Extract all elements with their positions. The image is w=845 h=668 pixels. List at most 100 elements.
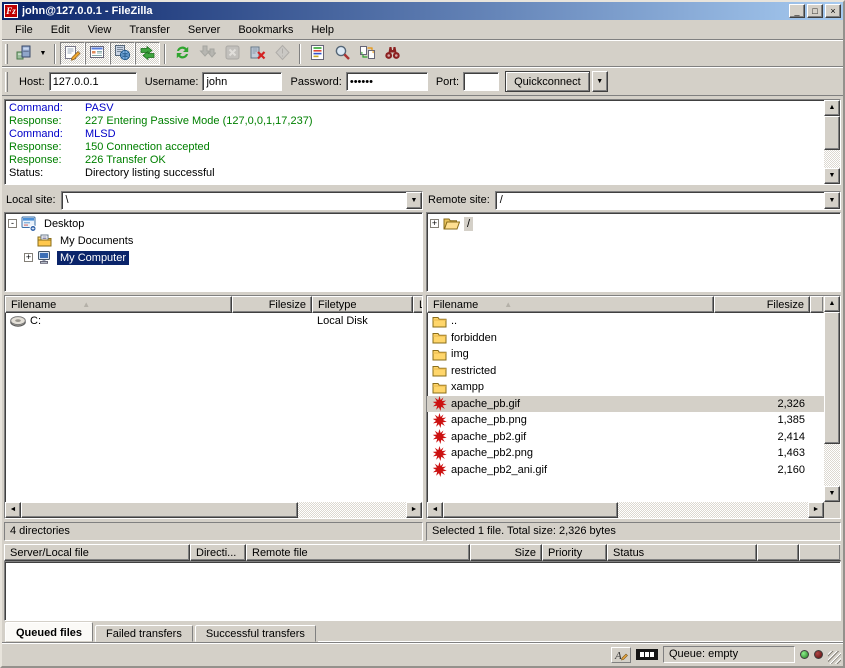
remote-site-combobox[interactable]: / ▼ bbox=[495, 191, 841, 210]
toolbar-separator bbox=[164, 44, 166, 64]
filename-cell: restricted bbox=[427, 364, 714, 377]
chevron-down-icon[interactable]: ▼ bbox=[406, 192, 422, 209]
find-files-button[interactable] bbox=[380, 42, 405, 65]
tree-item-my-computer[interactable]: +My Computer bbox=[7, 249, 420, 266]
expand-icon[interactable]: + bbox=[430, 219, 439, 228]
scroll-down-icon[interactable]: ▼ bbox=[824, 168, 840, 184]
transfer-queue: Server/Local fileDirecti...Remote fileSi… bbox=[4, 544, 841, 621]
menu-transfer[interactable]: Transfer bbox=[120, 21, 179, 39]
column-header-size[interactable]: Size bbox=[470, 544, 542, 561]
directory-listing-filters-button[interactable] bbox=[305, 42, 330, 65]
open-site-manager-button[interactable] bbox=[11, 42, 36, 65]
menu-edit[interactable]: Edit bbox=[42, 21, 79, 39]
column-header-filename[interactable]: Filename▲ bbox=[427, 296, 714, 313]
maximize-button[interactable]: □ bbox=[807, 4, 823, 18]
quickconnect-button[interactable]: Quickconnect bbox=[505, 71, 590, 92]
remote-file-row[interactable]: .. bbox=[427, 313, 824, 330]
scroll-down-icon[interactable]: ▼ bbox=[824, 486, 840, 502]
tree-item-blank[interactable]: +/ bbox=[429, 215, 838, 232]
column-header-filename[interactable]: Filename▲ bbox=[5, 296, 232, 313]
scroll-right-icon[interactable]: ► bbox=[406, 502, 422, 518]
username-input[interactable] bbox=[202, 72, 282, 91]
local-site-combobox[interactable]: \ ▼ bbox=[61, 191, 423, 210]
tree-item-my-documents[interactable]: My Documents bbox=[7, 232, 420, 249]
remote-file-row[interactable]: apache_pb2.gif2,414 bbox=[427, 429, 824, 446]
refresh-file-lists-button[interactable] bbox=[170, 42, 195, 65]
column-header-filesize[interactable]: Filesize bbox=[232, 296, 312, 313]
port-input[interactable] bbox=[463, 72, 499, 91]
tab-queued-files[interactable]: Queued files bbox=[5, 622, 93, 642]
scroll-up-icon[interactable]: ▲ bbox=[824, 100, 840, 116]
log-scrollbar-thumb[interactable] bbox=[824, 116, 840, 150]
remote-file-row[interactable]: restricted bbox=[427, 363, 824, 380]
synchronized-browsing-button[interactable] bbox=[355, 42, 380, 65]
expand-icon[interactable]: + bbox=[24, 253, 33, 262]
resize-grip[interactable] bbox=[828, 651, 841, 664]
collapse-icon[interactable]: - bbox=[8, 219, 17, 228]
column-header-blank[interactable] bbox=[757, 544, 799, 561]
minimize-button[interactable]: _ bbox=[789, 4, 805, 18]
menu-help[interactable]: Help bbox=[302, 21, 343, 39]
tab-successful-transfers[interactable]: Successful transfers bbox=[195, 625, 316, 642]
column-header-label: Priority bbox=[548, 547, 582, 559]
remote-file-row[interactable]: xampp bbox=[427, 379, 824, 396]
filename-cell: C: bbox=[5, 315, 232, 327]
scroll-right-icon[interactable]: ► bbox=[808, 502, 824, 518]
close-button[interactable]: × bbox=[825, 4, 841, 18]
local-file-row[interactable]: C: Local Disk bbox=[5, 313, 422, 330]
sitemgr-icon bbox=[15, 44, 32, 64]
folderopen-icon bbox=[443, 217, 460, 230]
column-header-remote-file[interactable]: Remote file bbox=[246, 544, 470, 561]
local-hscroll-thumb[interactable] bbox=[21, 502, 298, 518]
remote-file-row[interactable]: apache_pb2_ani.gif2,160 bbox=[427, 462, 824, 479]
remote-file-row[interactable]: apache_pb.gif2,326 bbox=[427, 396, 824, 413]
scroll-left-icon[interactable]: ◄ bbox=[5, 502, 21, 518]
toggle-local-tree-button[interactable] bbox=[85, 42, 110, 65]
host-input[interactable] bbox=[49, 72, 137, 91]
menu-server[interactable]: Server bbox=[179, 21, 229, 39]
tree-item-label: Desktop bbox=[41, 217, 87, 231]
password-input[interactable] bbox=[346, 72, 428, 91]
menu-view[interactable]: View bbox=[79, 21, 121, 39]
quickconnect-dropdown-button[interactable]: ▼ bbox=[592, 71, 608, 92]
log-scrollbar[interactable]: ▲ ▼ bbox=[824, 100, 840, 184]
column-header-status[interactable]: Status bbox=[607, 544, 757, 561]
remote-hscroll-thumb[interactable] bbox=[443, 502, 618, 518]
site-manager-dropdown-button[interactable]: ▼ bbox=[36, 42, 50, 65]
remote-vscroll-thumb[interactable] bbox=[824, 312, 840, 444]
remote-file-row[interactable]: forbidden bbox=[427, 330, 824, 347]
column-header-directi[interactable]: Directi... bbox=[190, 544, 246, 561]
column-header-filetype[interactable]: Filetype bbox=[312, 296, 413, 313]
quickconnect-grip[interactable] bbox=[5, 72, 8, 92]
remote-hscrollbar[interactable]: ◄ ► bbox=[427, 502, 840, 518]
tab-failed-transfers[interactable]: Failed transfers bbox=[95, 625, 193, 642]
local-hscrollbar[interactable]: ◄ ► bbox=[5, 502, 422, 518]
remote-file-row[interactable]: apache_pb2.png1,463 bbox=[427, 445, 824, 462]
filetype-cell: Local Disk bbox=[312, 315, 413, 327]
remote-vscrollbar[interactable]: ▲ ▼ bbox=[824, 296, 840, 518]
log-icon bbox=[64, 44, 81, 64]
activity-led-red-icon bbox=[814, 650, 823, 659]
toggle-message-log-button[interactable] bbox=[60, 42, 85, 65]
filesize-cell: 2,160 bbox=[714, 464, 810, 476]
scroll-left-icon[interactable]: ◄ bbox=[427, 502, 443, 518]
log-line-response: Response:227 Entering Passive Mode (127,… bbox=[9, 115, 820, 128]
filename-text: .. bbox=[451, 315, 457, 327]
toggle-remote-tree-button[interactable] bbox=[110, 42, 135, 65]
directory-comparison-button[interactable] bbox=[330, 42, 355, 65]
menu-file[interactable]: File bbox=[6, 21, 42, 39]
chevron-down-icon[interactable]: ▼ bbox=[824, 192, 840, 209]
column-header-filesize[interactable]: Filesize bbox=[714, 296, 810, 313]
scroll-up-icon[interactable]: ▲ bbox=[824, 296, 840, 312]
toggle-transfer-queue-button[interactable] bbox=[135, 42, 160, 65]
toolbar-grip[interactable] bbox=[5, 44, 8, 64]
menu-bookmarks[interactable]: Bookmarks bbox=[229, 21, 302, 39]
column-header-server-local-file[interactable]: Server/Local file bbox=[4, 544, 190, 561]
column-header-priority[interactable]: Priority bbox=[542, 544, 607, 561]
remote-pane: Remote site: / ▼ +/ Filename▲Filesize ..… bbox=[426, 189, 841, 541]
remote-file-row[interactable]: img bbox=[427, 346, 824, 363]
column-header-l[interactable]: L bbox=[413, 296, 422, 313]
remote-file-row[interactable]: apache_pb.png1,385 bbox=[427, 412, 824, 429]
tree-item-desktop[interactable]: - Desktop bbox=[7, 215, 420, 232]
disconnect-button[interactable] bbox=[245, 42, 270, 65]
